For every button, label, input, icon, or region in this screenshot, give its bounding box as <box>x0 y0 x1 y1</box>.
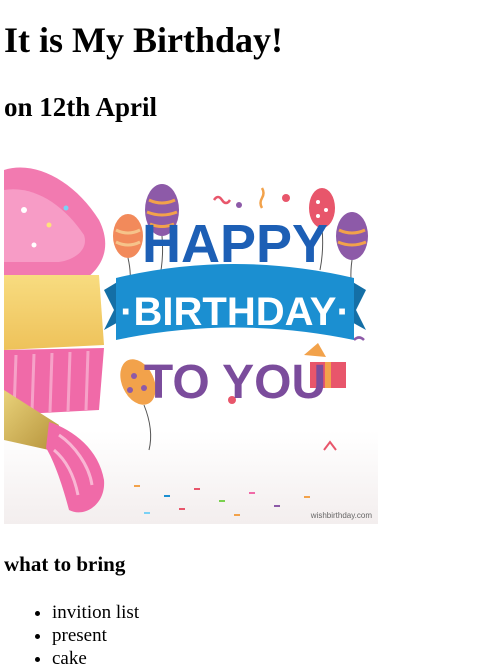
banner-line-1: HAPPY <box>142 214 328 274</box>
list-item: invition list <box>52 601 139 624</box>
section-heading: what to bring <box>4 552 126 576</box>
banner-line-3: TO YOU <box>144 356 326 409</box>
page: It is My Birthday! on 12th April HAPPY ·… <box>0 0 490 672</box>
list-item: present <box>52 624 139 647</box>
page-subtitle: on 12th April <box>4 92 158 122</box>
image-watermark: wishbirthday.com <box>310 511 373 520</box>
birthday-card-image: HAPPY ·BIRTHDAY· TO YOU wishbirthday.com <box>4 150 378 524</box>
banner-line-2: ·BIRTHDAY· <box>120 290 350 334</box>
list-item: cake <box>52 647 139 670</box>
bring-list: invition list present cake <box>14 601 139 670</box>
page-title: It is My Birthday! <box>4 20 283 60</box>
